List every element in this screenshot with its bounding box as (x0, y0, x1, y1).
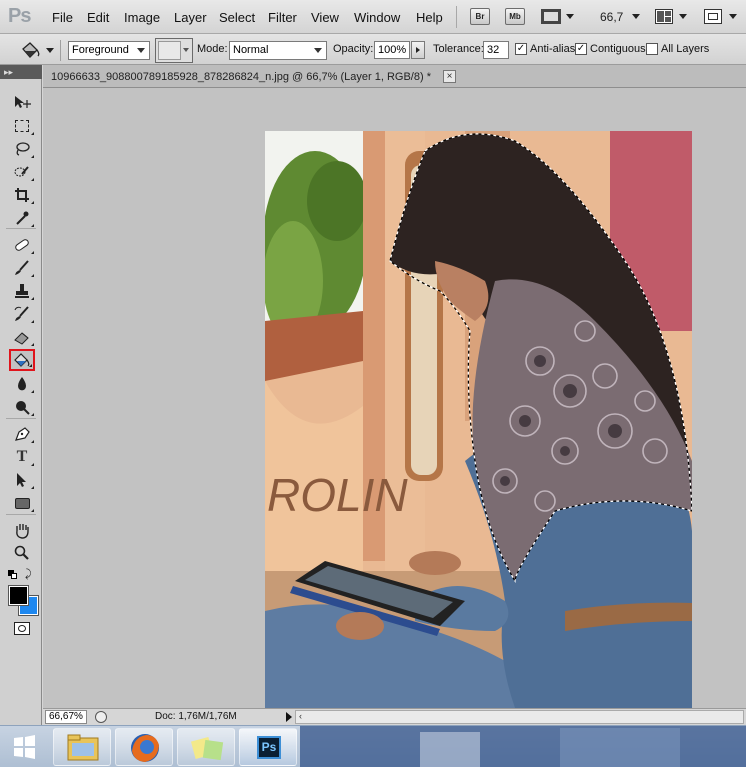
zoom-field[interactable]: 66,67% (45, 710, 87, 724)
chevron-down-icon[interactable] (729, 14, 737, 19)
clone-stamp-icon[interactable] (9, 280, 35, 302)
paint-bucket-icon[interactable] (20, 40, 42, 60)
default-colors-icon[interactable] (8, 570, 17, 579)
tolerance-input[interactable]: 32 (483, 41, 509, 59)
chevron-down-icon[interactable] (46, 48, 54, 53)
eyedropper-icon[interactable] (9, 207, 35, 229)
fill-source-value: Foreground (72, 44, 129, 56)
all-layers-label: All Layers (661, 43, 710, 55)
fill-source-select[interactable]: Foreground (68, 41, 150, 60)
photoshop-logo: Ps (8, 5, 31, 27)
menu-window[interactable]: Window (354, 10, 400, 25)
chevron-down-icon[interactable] (679, 14, 687, 19)
rectangle-shape-icon[interactable] (9, 492, 35, 514)
swap-colors-icon[interactable]: ⤸ (25, 568, 32, 581)
tool-separator (6, 228, 36, 229)
eraser-icon[interactable] (9, 326, 35, 348)
quick-mask-icon[interactable] (14, 622, 30, 635)
menu-view[interactable]: View (311, 10, 339, 25)
windows-start-button[interactable] (2, 730, 46, 764)
move-tool-icon[interactable] (9, 91, 35, 113)
menu-edit[interactable]: Edit (87, 10, 109, 25)
pen-icon[interactable] (9, 423, 35, 445)
graffiti-text: ROLIN (267, 469, 408, 521)
type-icon[interactable]: T (9, 446, 35, 468)
menu-separator (456, 6, 457, 28)
menu-help[interactable]: Help (416, 10, 443, 25)
status-bar: 66,67% Doc: 1,76M/1,76M ‹ (43, 708, 746, 725)
menu-file[interactable]: File (52, 10, 73, 25)
photoshop-app-label: Ps (257, 736, 281, 759)
document-tab-title: 10966633_908800789185928_878286824_n.jpg… (51, 71, 431, 83)
menu-layer[interactable]: Layer (174, 10, 207, 25)
menu-filter[interactable]: Filter (268, 10, 297, 25)
tool-separator (6, 418, 36, 419)
opacity-input[interactable]: 100% (374, 41, 410, 59)
canvas-area[interactable]: ROLIN (43, 88, 746, 708)
document-size-info: Doc: 1,76M/1,76M (155, 711, 237, 722)
document-image[interactable]: ROLIN (265, 131, 692, 708)
dodge-icon[interactable] (9, 396, 35, 418)
status-menu-arrow-icon[interactable] (286, 712, 292, 722)
tolerance-label: Tolerance: (433, 43, 484, 55)
toolbox-collapse-handle[interactable]: ▸▸ (0, 65, 42, 79)
paint-bucket-tool-icon[interactable] (9, 349, 35, 371)
foreground-color-swatch[interactable] (8, 585, 29, 606)
opacity-label: Opacity: (333, 43, 374, 55)
quick-selection-icon[interactable] (9, 161, 35, 183)
lasso-icon[interactable] (9, 138, 35, 160)
zoom-icon[interactable] (9, 542, 35, 564)
options-separator (60, 40, 61, 61)
chevron-down-icon[interactable] (632, 14, 640, 19)
photoshop-taskbar-icon[interactable]: Ps (239, 728, 297, 766)
crop-icon[interactable] (9, 184, 35, 206)
history-brush-icon[interactable] (9, 303, 35, 325)
spot-healing-icon[interactable] (9, 234, 35, 256)
status-info-icon[interactable] (95, 711, 107, 723)
sticky-notes-taskbar-icon[interactable] (177, 728, 235, 766)
photo-illustration: ROLIN (265, 131, 692, 708)
chevron-down-icon[interactable] (566, 14, 574, 19)
opacity-slider-button[interactable] (411, 41, 425, 59)
firefox-taskbar-icon[interactable] (115, 728, 173, 766)
brush-icon[interactable] (9, 257, 35, 279)
mode-select[interactable]: Normal (229, 41, 327, 60)
close-icon[interactable]: × (443, 70, 456, 83)
minibridge-button[interactable]: Mb (505, 8, 525, 25)
film-strip-icon[interactable] (541, 9, 561, 24)
contiguous-checkbox[interactable]: ✓ (575, 43, 587, 55)
arrange-documents-icon[interactable] (655, 9, 673, 24)
menu-bar: Ps File Edit Image Layer Select Filter V… (0, 0, 746, 34)
antialias-checkbox[interactable]: ✓ (515, 43, 527, 55)
document-tab[interactable]: 10966633_908800789185928_878286824_n.jpg… (43, 65, 746, 88)
menu-select[interactable]: Select (219, 10, 255, 25)
antialias-label: Anti-alias (530, 43, 576, 55)
menu-image[interactable]: Image (124, 10, 160, 25)
tool-separator (6, 514, 36, 515)
taskbar: Ps (0, 725, 746, 767)
scroll-left-icon[interactable]: ‹ (299, 711, 302, 721)
hand-icon[interactable] (9, 519, 35, 541)
path-selection-icon[interactable] (9, 469, 35, 491)
bridge-button[interactable]: Br (470, 8, 490, 25)
horizontal-scrollbar[interactable]: ‹ (295, 710, 744, 724)
blur-icon[interactable] (9, 373, 35, 395)
screen-mode-icon[interactable] (704, 9, 722, 24)
mode-value: Normal (233, 44, 269, 56)
options-bar: Foreground Mode: Normal Opacity: 100% To… (0, 34, 746, 65)
contiguous-label: Contiguous (590, 43, 646, 55)
mode-label: Mode: (197, 43, 228, 55)
rectangular-marquee-icon[interactable] (9, 115, 35, 137)
all-layers-checkbox[interactable] (646, 43, 658, 55)
chevron-down-icon (314, 48, 322, 53)
pattern-picker[interactable] (155, 38, 193, 63)
file-explorer-taskbar-icon[interactable] (53, 728, 111, 766)
zoom-readout[interactable]: 66,7 (600, 10, 623, 24)
toolbox: ▸▸ T ⤸ (0, 65, 42, 725)
chevron-down-icon (137, 48, 145, 53)
